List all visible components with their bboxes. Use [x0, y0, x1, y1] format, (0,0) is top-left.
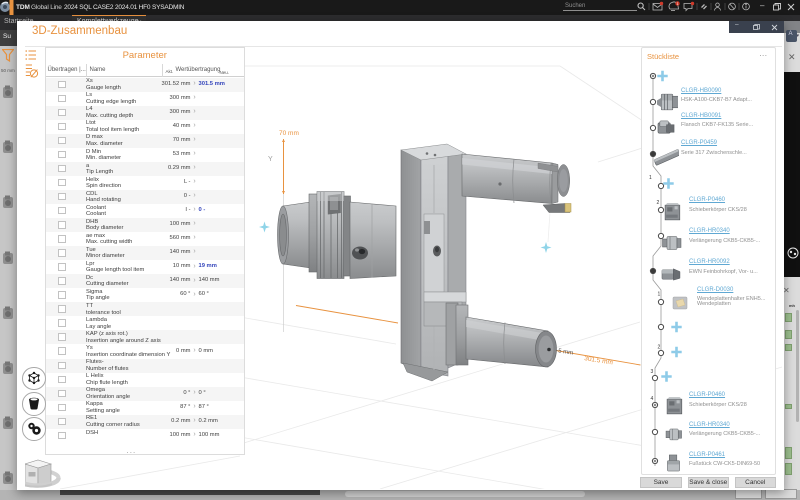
svg-text:301.5 mm: 301.5 mm	[584, 355, 614, 366]
svg-text:-5 mm: -5 mm	[556, 348, 574, 357]
svg-text:70 mm: 70 mm	[279, 130, 299, 137]
svg-text:Y: Y	[268, 156, 273, 163]
